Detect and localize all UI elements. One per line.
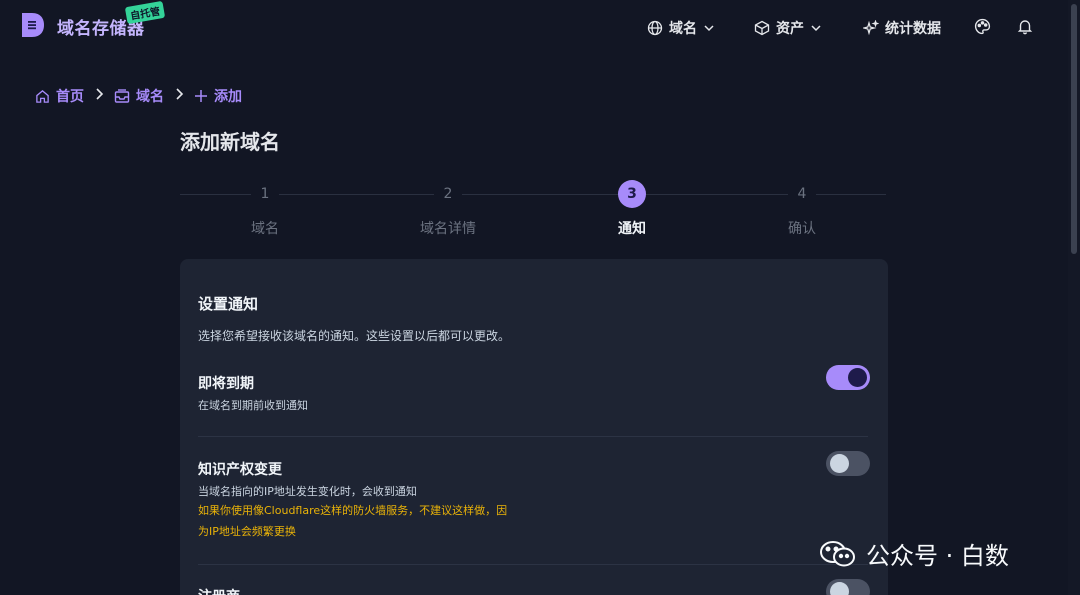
notification-settings-card: 设置通知 选择您希望接收该域名的通知。这些设置以后都可以更改。 即将到期 在域名… bbox=[180, 259, 888, 595]
wechat-icon bbox=[820, 540, 855, 566]
nav-assets-dropdown[interactable]: 资产 bbox=[754, 18, 822, 38]
bell-icon[interactable] bbox=[1017, 18, 1033, 35]
wechat-watermark: 公众号 · 白数 bbox=[818, 536, 1009, 571]
breadcrumb-home-label: 首页 bbox=[56, 89, 84, 105]
divider bbox=[198, 436, 868, 437]
plus-icon bbox=[195, 90, 207, 102]
registrar-toggle[interactable] bbox=[826, 579, 870, 595]
watermark-text: 公众号 · 白数 bbox=[866, 542, 1009, 570]
divider bbox=[198, 564, 868, 565]
chevron-down-icon bbox=[811, 25, 821, 32]
nav-domains-dropdown[interactable]: 域名 bbox=[647, 18, 715, 38]
stepper: 1 域名 2 域名详情 3 通知 4 确认 bbox=[180, 180, 886, 240]
breadcrumb-domains[interactable]: 域名 bbox=[114, 86, 164, 106]
nav-domains-label: 域名 bbox=[669, 21, 697, 37]
self-hosted-badge: 自托管 bbox=[124, 0, 166, 25]
inbox-icon bbox=[114, 88, 130, 103]
step-2[interactable]: 2 域名详情 bbox=[398, 180, 498, 238]
ip-change-toggle[interactable] bbox=[826, 451, 870, 476]
chevron-right-icon bbox=[174, 88, 184, 104]
palette-icon[interactable] bbox=[974, 18, 991, 35]
step-3[interactable]: 3 通知 bbox=[582, 180, 682, 238]
step-number: 2 bbox=[434, 180, 462, 208]
nav-stats[interactable]: 统计数据 bbox=[863, 18, 941, 38]
breadcrumb: 首页 域名 添加 bbox=[35, 86, 242, 106]
step-4[interactable]: 4 确认 bbox=[752, 180, 852, 238]
chevron-down-icon bbox=[704, 25, 714, 32]
step-label: 通知 bbox=[618, 221, 646, 237]
sparkles-icon bbox=[863, 20, 879, 36]
setting-ip-change-warning: 如果你使用像Cloudflare这样的防火墙服务，不建议这样做，因为IP地址会频… bbox=[198, 504, 508, 538]
step-label: 域名详情 bbox=[420, 221, 476, 237]
page-title: 添加新域名 bbox=[180, 130, 280, 154]
setting-ip-change-title: 知识产权变更 bbox=[198, 462, 282, 478]
toggle-knob bbox=[830, 454, 849, 473]
setting-expiring-description: 在域名到期前收到通知 bbox=[198, 399, 308, 412]
step-1[interactable]: 1 域名 bbox=[215, 180, 315, 238]
step-label: 域名 bbox=[251, 221, 279, 237]
scrollbar-thumb[interactable] bbox=[1071, 4, 1077, 254]
home-icon bbox=[36, 89, 49, 103]
top-navbar: 域名存储器 自托管 域名 资产 统计数据 bbox=[0, 0, 1080, 56]
breadcrumb-add-label: 添加 bbox=[214, 89, 242, 105]
breadcrumb-home[interactable]: 首页 bbox=[35, 86, 84, 106]
setting-expiring-title: 即将到期 bbox=[198, 376, 254, 392]
cube-icon bbox=[754, 20, 770, 36]
breadcrumb-domains-label: 域名 bbox=[136, 89, 164, 105]
card-description: 选择您希望接收该域名的通知。这些设置以后都可以更改。 bbox=[198, 329, 511, 343]
step-number: 1 bbox=[251, 180, 279, 208]
setting-registrar-title: 注册商 bbox=[198, 586, 240, 595]
expiring-toggle[interactable] bbox=[826, 365, 870, 390]
step-label: 确认 bbox=[788, 221, 816, 237]
setting-ip-change-description: 当域名指向的IP地址发生变化时，会收到通知 bbox=[198, 485, 417, 498]
globe-icon bbox=[647, 20, 663, 36]
toggle-knob bbox=[848, 368, 867, 387]
breadcrumb-add: 添加 bbox=[194, 86, 242, 106]
step-number: 4 bbox=[788, 180, 816, 208]
chevron-right-icon bbox=[94, 88, 104, 104]
step-number: 3 bbox=[618, 180, 646, 208]
card-title: 设置通知 bbox=[198, 295, 259, 313]
nav-assets-label: 资产 bbox=[776, 21, 804, 37]
nav-stats-label: 统计数据 bbox=[885, 21, 941, 37]
app-logo-icon[interactable] bbox=[20, 11, 46, 39]
toggle-knob bbox=[830, 582, 849, 595]
